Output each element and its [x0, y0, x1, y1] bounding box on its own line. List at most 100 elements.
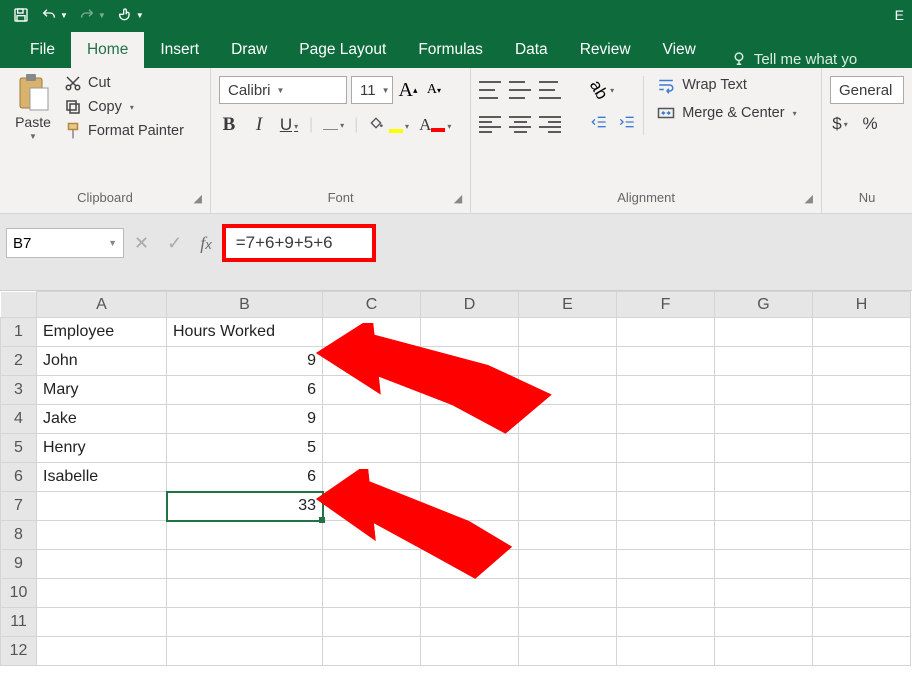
column-header[interactable]: G — [715, 292, 813, 318]
cell[interactable]: John — [37, 347, 167, 376]
cell[interactable]: 9 — [167, 405, 323, 434]
clipboard-dialog-launcher-icon[interactable]: ◢ — [194, 192, 202, 205]
row-header[interactable]: 4 — [1, 405, 37, 434]
fx-icon[interactable]: fx — [200, 233, 212, 254]
cell[interactable] — [421, 405, 519, 434]
cell[interactable] — [519, 608, 617, 637]
increase-indent-button[interactable] — [617, 114, 637, 135]
column-header[interactable]: C — [323, 292, 421, 318]
cell[interactable] — [167, 608, 323, 637]
row-header[interactable]: 5 — [1, 434, 37, 463]
column-header[interactable]: D — [421, 292, 519, 318]
cell[interactable]: Mary — [37, 376, 167, 405]
column-header[interactable]: H — [813, 292, 911, 318]
cell[interactable] — [519, 376, 617, 405]
grow-font-button[interactable]: A▴ — [397, 77, 419, 103]
column-header[interactable]: F — [617, 292, 715, 318]
align-right-button[interactable] — [539, 116, 561, 134]
cell[interactable] — [37, 608, 167, 637]
cell[interactable] — [323, 608, 421, 637]
column-header[interactable]: A — [37, 292, 167, 318]
font-size-combo[interactable]: 11▼ — [351, 76, 393, 104]
cell[interactable] — [323, 405, 421, 434]
name-box[interactable]: B7▼ — [6, 228, 124, 258]
cell[interactable] — [813, 608, 911, 637]
row-header[interactable]: 3 — [1, 376, 37, 405]
decrease-indent-button[interactable] — [589, 114, 609, 135]
cell[interactable] — [167, 637, 323, 666]
font-color-button[interactable]: A▾ — [419, 115, 451, 135]
cell[interactable] — [617, 405, 715, 434]
cell[interactable] — [323, 463, 421, 492]
italic-button[interactable]: I — [249, 114, 269, 136]
cell[interactable] — [715, 434, 813, 463]
cell[interactable] — [421, 376, 519, 405]
number-format-combo[interactable]: General — [830, 76, 904, 104]
cell[interactable] — [813, 579, 911, 608]
cell[interactable] — [323, 434, 421, 463]
currency-button[interactable]: $▾ — [830, 114, 850, 134]
row-header[interactable]: 6 — [1, 463, 37, 492]
cell[interactable] — [715, 405, 813, 434]
worksheet-grid[interactable]: ABCDEFGH 1EmployeeHours Worked2John93Mar… — [0, 291, 912, 666]
cell[interactable]: 6 — [167, 376, 323, 405]
row-header[interactable]: 12 — [1, 637, 37, 666]
align-center-button[interactable] — [509, 116, 531, 134]
undo-caret-icon[interactable]: ▼ — [60, 11, 68, 20]
tab-home[interactable]: Home — [71, 32, 144, 68]
cell[interactable] — [519, 434, 617, 463]
cell[interactable] — [167, 521, 323, 550]
cell[interactable] — [167, 550, 323, 579]
align-left-button[interactable] — [479, 116, 501, 134]
cell[interactable] — [37, 492, 167, 521]
cell[interactable] — [167, 579, 323, 608]
borders-button[interactable]: ▾ — [323, 115, 344, 135]
row-header[interactable]: 9 — [1, 550, 37, 579]
save-icon[interactable] — [8, 2, 34, 28]
tell-me-search[interactable]: Tell me what yo — [718, 50, 869, 68]
cell[interactable] — [37, 579, 167, 608]
cell[interactable] — [519, 550, 617, 579]
row-header[interactable]: 11 — [1, 608, 37, 637]
tab-page-layout[interactable]: Page Layout — [283, 32, 402, 68]
align-top-button[interactable] — [479, 81, 501, 99]
cell[interactable]: Henry — [37, 434, 167, 463]
cell[interactable] — [617, 492, 715, 521]
cell[interactable] — [617, 637, 715, 666]
cell[interactable] — [323, 376, 421, 405]
cell[interactable] — [519, 521, 617, 550]
percent-button[interactable]: % — [860, 114, 880, 134]
paste-button[interactable]: Paste ▼ — [8, 72, 58, 188]
alignment-dialog-launcher-icon[interactable]: ◢ — [805, 192, 813, 205]
cell[interactable] — [37, 550, 167, 579]
cell[interactable] — [715, 347, 813, 376]
cell[interactable]: Hours Worked — [167, 318, 323, 347]
tab-insert[interactable]: Insert — [144, 32, 215, 68]
merge-center-button[interactable]: Merge & Center▾ — [656, 104, 796, 122]
paste-caret-icon[interactable]: ▼ — [29, 132, 37, 141]
cell[interactable] — [617, 579, 715, 608]
underline-button[interactable]: U▾ — [279, 115, 299, 135]
cell[interactable] — [617, 376, 715, 405]
cell[interactable] — [813, 318, 911, 347]
cell[interactable]: Jake — [37, 405, 167, 434]
cell[interactable] — [519, 492, 617, 521]
formula-input[interactable]: =7+6+9+5+6 — [222, 224, 376, 262]
cell[interactable] — [323, 550, 421, 579]
font-name-combo[interactable]: Calibri▼ — [219, 76, 347, 104]
cell[interactable] — [421, 347, 519, 376]
cell[interactable] — [617, 434, 715, 463]
cell[interactable] — [421, 318, 519, 347]
bold-button[interactable]: B — [219, 114, 239, 136]
cell[interactable] — [715, 521, 813, 550]
cell[interactable] — [519, 637, 617, 666]
cell[interactable] — [323, 492, 421, 521]
copy-button[interactable]: Copy▾ — [64, 98, 184, 116]
row-header[interactable]: 8 — [1, 521, 37, 550]
cell[interactable] — [617, 550, 715, 579]
cell[interactable] — [421, 550, 519, 579]
cell[interactable] — [37, 637, 167, 666]
cell[interactable] — [421, 637, 519, 666]
cell[interactable] — [519, 405, 617, 434]
row-header[interactable]: 7 — [1, 492, 37, 521]
